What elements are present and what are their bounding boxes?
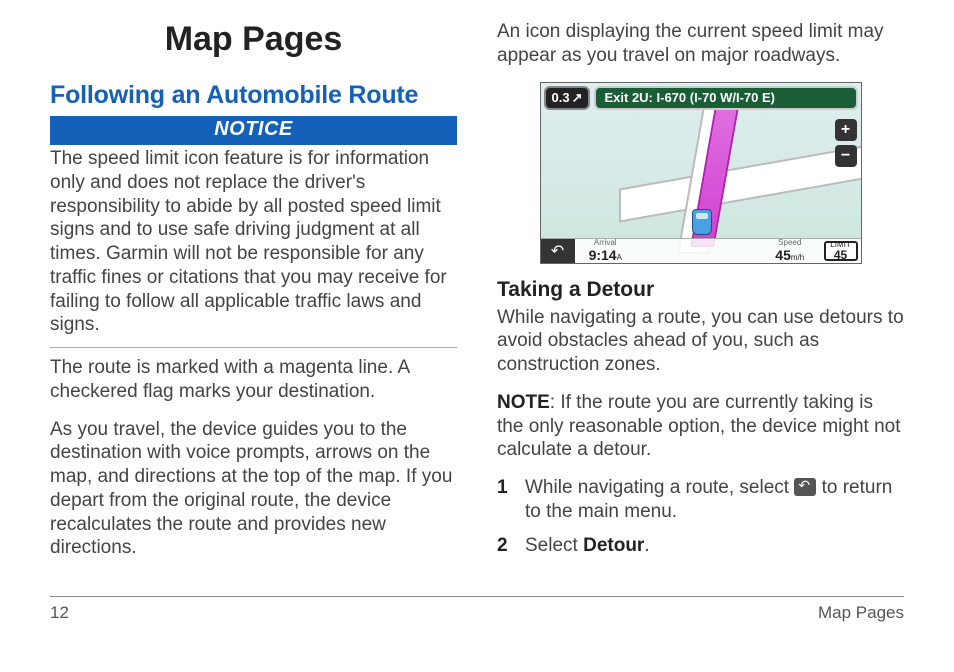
- note-text: : If the route you are currently taking …: [497, 392, 901, 461]
- notice-banner: NOTICE: [50, 116, 457, 145]
- para-guidance: As you travel, the device guides you to …: [50, 418, 457, 561]
- footer-rule: [50, 596, 904, 597]
- arrival-label: Arrival: [594, 238, 617, 247]
- para-route-marked: The route is marked with a magenta line.…: [50, 356, 457, 404]
- limit-value: 45: [834, 249, 847, 261]
- section-heading: Following an Automobile Route: [50, 81, 457, 110]
- distance-badge: 0.3 ↗: [544, 86, 591, 110]
- zoom-in-button[interactable]: +: [835, 119, 857, 141]
- back-button[interactable]: ↶: [541, 239, 575, 263]
- para-speed-limit-icon: An icon displaying the current speed lim…: [497, 20, 904, 68]
- speed-label: Speed: [778, 238, 801, 247]
- right-column: An icon displaying the current speed lim…: [497, 20, 904, 578]
- top-bar: 0.3 ↗ Exit 2U: I-670 (I-70 W/I-70 E): [544, 86, 858, 110]
- vehicle-icon: [692, 209, 712, 235]
- steps-list: While navigating a route, select to retu…: [497, 476, 904, 557]
- page-title: Map Pages: [50, 20, 457, 59]
- spacer: [636, 239, 759, 263]
- page-number: 12: [50, 603, 69, 623]
- speed-value: 45m/h: [775, 247, 804, 263]
- page-footer: 12 Map Pages: [0, 590, 954, 623]
- road: [621, 133, 862, 219]
- gps-screenshot: 0.3 ↗ Exit 2U: I-670 (I-70 W/I-70 E) + −…: [540, 82, 862, 264]
- speed-limit-sign: LIMIT 45: [824, 241, 858, 261]
- divider: [50, 347, 457, 348]
- gps-bottom-bar: ↶ Arrival 9:14A Speed 45m/h LIMIT 45: [541, 238, 861, 263]
- page-body: Map Pages Following an Automobile Route …: [0, 0, 954, 590]
- subheading-detour: Taking a Detour: [497, 278, 904, 302]
- arrival-value: 9:14A: [589, 247, 622, 263]
- zoom-out-button[interactable]: −: [835, 145, 857, 167]
- step-2: Select Detour.: [497, 534, 904, 558]
- distance-value: 0.3: [552, 90, 570, 105]
- speed-field: Speed 45m/h: [759, 239, 821, 263]
- detour-body: While navigating a route, you can use de…: [497, 306, 904, 377]
- note-label: NOTE: [497, 392, 550, 413]
- detour-label: Detour: [583, 535, 644, 556]
- detour-note: NOTE: If the route you are currently tak…: [497, 391, 904, 462]
- step-1: While navigating a route, select to retu…: [497, 476, 904, 524]
- left-column: Map Pages Following an Automobile Route …: [50, 20, 457, 578]
- notice-text: The speed limit icon feature is for info…: [50, 147, 457, 337]
- footer-title: Map Pages: [818, 603, 904, 623]
- arrival-field: Arrival 9:14A: [575, 239, 637, 263]
- return-icon: [794, 478, 816, 496]
- arrow-icon: ↗: [572, 90, 583, 106]
- exit-sign: Exit 2U: I-670 (I-70 W/I-70 E): [594, 86, 857, 110]
- footer-row: 12 Map Pages: [50, 603, 904, 623]
